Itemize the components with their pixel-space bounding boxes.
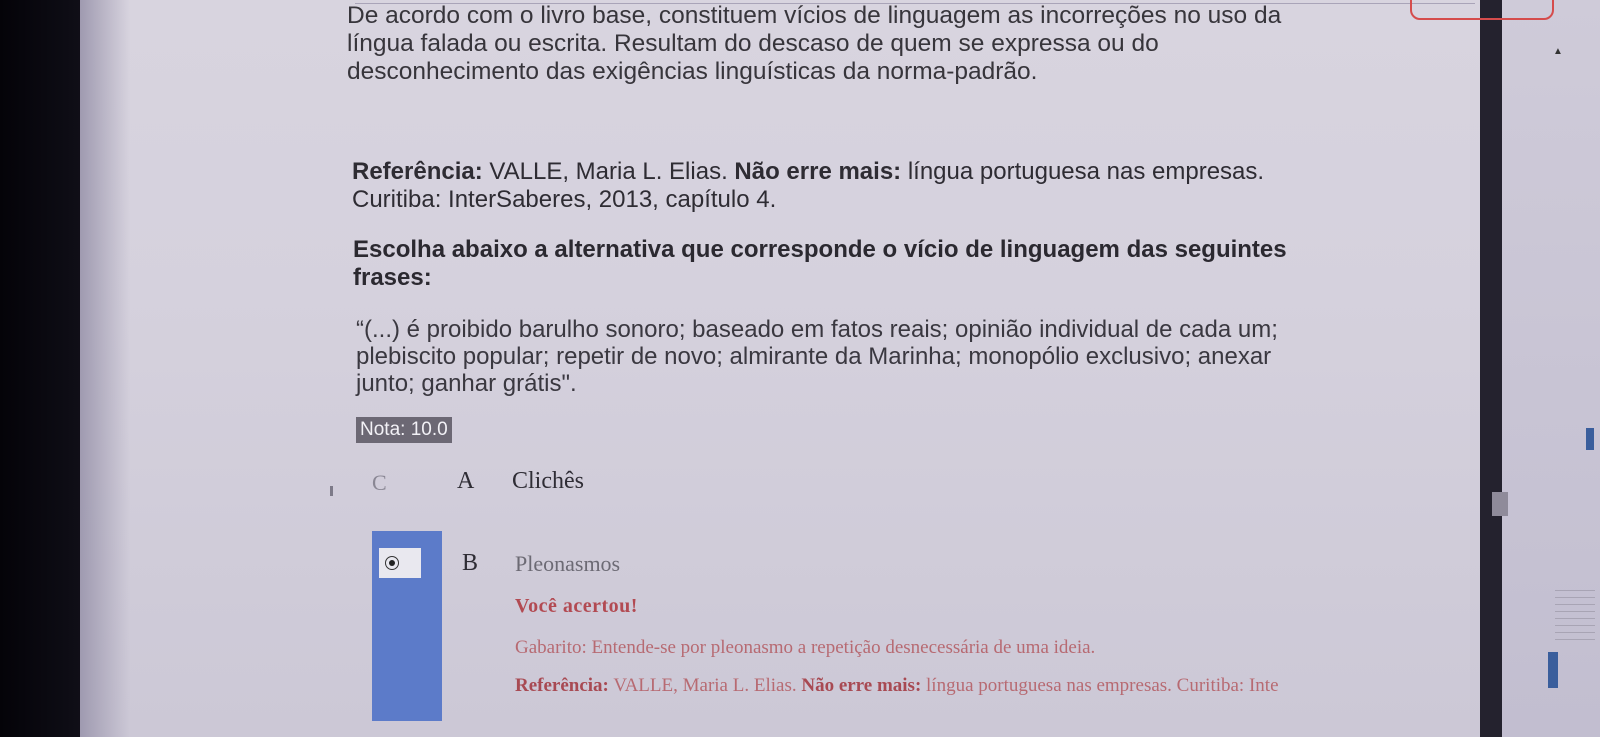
radio-dot <box>389 560 395 566</box>
feedback-ref-title: Não erre mais: <box>801 675 922 696</box>
feedback-ref-rest: língua portuguesa nas empresas. Curitiba… <box>926 675 1279 696</box>
reference-publication: Curitiba: InterSaberes, 2013, capítulo 4… <box>352 186 777 213</box>
option-a-text[interactable]: Clichês <box>512 468 584 495</box>
question-prompt: Escolha abaixo a alternativa que corresp… <box>353 236 1287 291</box>
scrollbar-thumb[interactable] <box>1492 492 1508 516</box>
monitor-bezel-right <box>1480 0 1502 737</box>
reference-label: Referência: <box>352 158 483 185</box>
question-reference: Referência: VALLE, Maria L. Elias. Não e… <box>352 158 1352 214</box>
feedback-reference: Referência: VALLE, Maria L. Elias. Não e… <box>515 675 1279 697</box>
side-window-marker <box>1586 428 1594 450</box>
option-b-text[interactable]: Pleonasmos <box>515 551 620 577</box>
option-b-letter: B <box>462 550 479 576</box>
option-b-radio[interactable] <box>379 548 421 578</box>
option-a-letter: A <box>457 468 475 494</box>
scroll-up-icon[interactable]: ▲ <box>1553 46 1563 57</box>
option-a-radio[interactable]: C <box>372 470 387 496</box>
question-paragraph: De acordo com o livro base, constituem v… <box>347 2 1282 85</box>
reference-title: Não erre mais: <box>734 158 902 185</box>
feedback-ref-label: Referência: <box>515 675 609 696</box>
question-quote: “(...) é proibido barulho sonoro; basead… <box>356 316 1278 397</box>
reference-subtitle: língua portuguesa nas empresas. <box>907 158 1265 185</box>
feedback-result: Você acertou! <box>515 595 638 617</box>
reference-author: VALLE, Maria L. Elias. <box>489 158 728 185</box>
side-window-marker <box>1548 652 1558 688</box>
side-window-text-lines <box>1555 590 1595 640</box>
grade-badge: Nota: 10.0 <box>356 417 452 443</box>
decorative-mark <box>330 486 333 496</box>
top-action-button[interactable] <box>1410 0 1554 20</box>
radio-selected-icon <box>385 556 399 570</box>
feedback-gabarito: Gabarito: Entende-se por pleonasmo a rep… <box>515 637 1096 658</box>
screen-shadow <box>80 0 130 737</box>
feedback-ref-author: VALLE, Maria L. Elias. <box>613 675 797 696</box>
